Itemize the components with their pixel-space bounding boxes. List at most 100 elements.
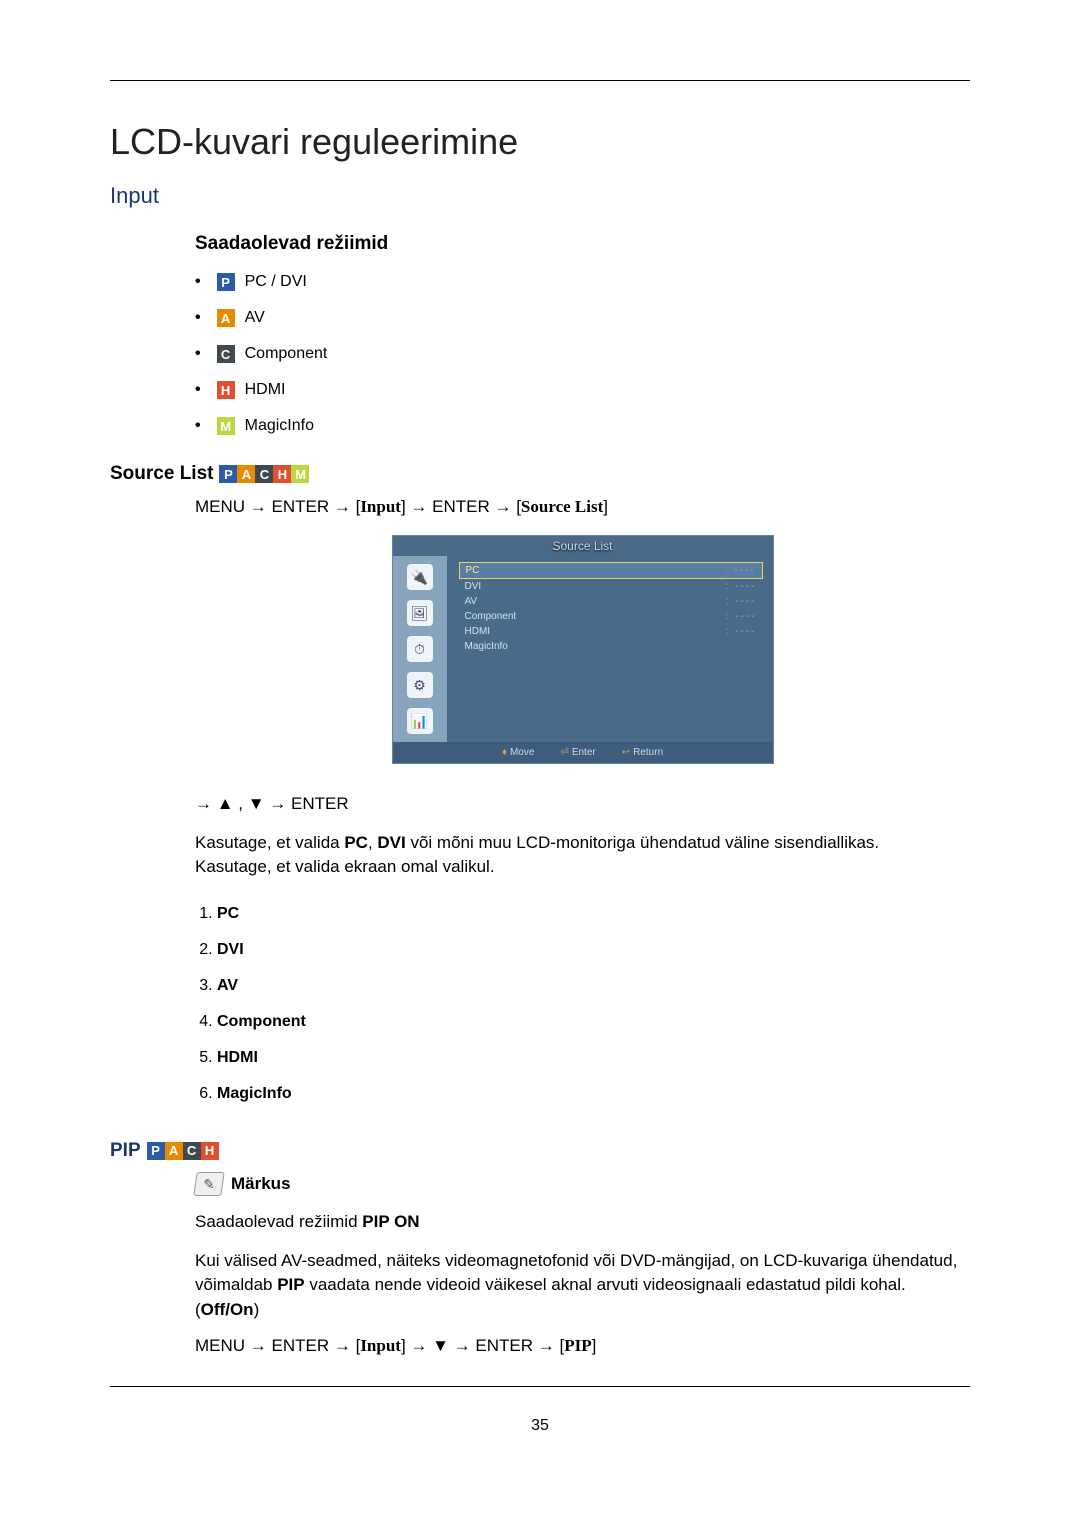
pip-menu-path: MENU → ENTER → [Input] → ▼ → ENTER → [PI… (195, 1336, 970, 1356)
bold-dvi: DVI (377, 833, 405, 852)
pip-block: ✎ Märkus Saadaolevad režiimid PIP ON Kui… (195, 1172, 970, 1357)
osd-footer-label: Return (633, 747, 663, 758)
list-item: Component (217, 1004, 970, 1040)
osd-nav-icon: 🖼 (407, 600, 433, 626)
osd-nav-icon: ⚙ (407, 672, 433, 698)
osd-item-label: HDMI (465, 626, 491, 637)
osd-body: 🔌 🖼 ⏱ ⚙ 📊 PC: ---- DVI: ---- AV: ---- Co… (393, 556, 773, 742)
menu-step: MENU (195, 1336, 245, 1355)
osd-sidebar: 🔌 🖼 ⏱ ⚙ 📊 (393, 556, 447, 742)
mode-label: HDMI (245, 381, 286, 399)
pip-note-prefix: Saadaolevad režiimid (195, 1212, 362, 1231)
list-item: DVI (217, 932, 970, 968)
m-icon: M (291, 465, 309, 483)
osd-title: Source List (393, 536, 773, 556)
list-item: MagicInfo (217, 1076, 970, 1112)
osd-nav-icon: 📊 (407, 708, 433, 734)
c-icon: C (255, 465, 273, 483)
osd-nav-icon: ⏱ (407, 636, 433, 662)
osd-item-label: AV (465, 596, 478, 607)
osd-footer-return: ↩Return (622, 747, 663, 758)
osd-nav-icon: 🔌 (407, 564, 433, 590)
bottom-rule (110, 1386, 970, 1387)
osd-item-label: DVI (465, 581, 482, 592)
pip-bold-offon: Off/On (201, 1300, 254, 1319)
mode-label: MagicInfo (245, 417, 314, 435)
modes-block: Saadaolevad režiimid P PC / DVI A AV C C… (195, 233, 970, 435)
h-icon: H (273, 465, 291, 483)
mode-label: PC / DVI (245, 273, 307, 291)
p-icon: P (219, 465, 237, 483)
a-icon: A (217, 309, 235, 327)
osd-item-value: : ---- (725, 565, 756, 576)
osd-item-label: MagicInfo (465, 641, 508, 652)
pip-heading: PIP (110, 1140, 141, 1162)
menu-step-bold: Source List (521, 497, 603, 516)
mode-av: A AV (195, 309, 970, 327)
mode-list: P PC / DVI A AV C Component H HDMI M M (195, 273, 970, 435)
osd-item-selected: PC : ---- (459, 562, 763, 579)
note-icon: ✎ (193, 1172, 224, 1196)
osd-item: HDMI : ---- (459, 624, 763, 639)
list-item-label: Component (217, 1013, 306, 1030)
list-item-label: HDMI (217, 1049, 258, 1066)
c-icon: C (183, 1142, 201, 1160)
h-icon: H (217, 381, 235, 399)
p-icon: P (217, 273, 235, 291)
menu-step: ENTER (272, 497, 330, 516)
badge-strip: P A C H (147, 1142, 219, 1160)
list-item: HDMI (217, 1040, 970, 1076)
source-list-block: MENU → ENTER → [Input] → ENTER → [Source… (195, 497, 970, 1112)
osd-item-value: : ---- (726, 581, 757, 592)
menu-step-bold: Input (360, 1336, 401, 1355)
h-icon: H (201, 1142, 219, 1160)
pip-body: Kui välised AV-seadmed, näiteks videomag… (195, 1249, 970, 1323)
input-heading: Input (110, 183, 970, 209)
top-rule (110, 80, 970, 81)
menu-step: ENTER (432, 497, 490, 516)
source-list-heading: Source List (110, 463, 213, 485)
list-item: PC (217, 896, 970, 932)
m-icon: M (217, 417, 235, 435)
note-label: Märkus (231, 1174, 291, 1194)
menu-step: MENU (195, 497, 245, 516)
osd-item: DVI : ---- (459, 579, 763, 594)
p-icon: P (147, 1142, 165, 1160)
page-title: LCD-kuvari reguleerimine (110, 121, 970, 163)
nav-instruction: → ▲ , ▼ → ENTER (195, 792, 970, 817)
mode-magicinfo: M MagicInfo (195, 417, 970, 435)
pip-note-bold: PIP ON (362, 1212, 419, 1231)
pip-note-text: Saadaolevad režiimid PIP ON (195, 1210, 970, 1235)
osd-footer-label: Move (510, 747, 534, 758)
osd-footer-label: Enter (572, 747, 596, 758)
source-list-heading-row: Source List P A C H M (110, 463, 970, 485)
osd-item: AV: ---- (459, 594, 763, 609)
list-item-label: AV (217, 977, 238, 994)
osd-item: Component: ---- (459, 609, 763, 624)
osd-main: PC: ---- DVI: ---- AV: ---- Component: -… (447, 556, 773, 742)
osd-footer-move: ♦Move (502, 747, 535, 758)
c-icon: C (217, 345, 235, 363)
osd-item-value: : ---- (726, 626, 757, 637)
arrow-down-icon: ▼ (432, 1336, 449, 1355)
pip-bold-pip: PIP (277, 1275, 304, 1294)
osd-item: MagicInfo (459, 639, 763, 654)
list-item-label: MagicInfo (217, 1085, 292, 1102)
mode-label: AV (245, 309, 265, 327)
section-input: Input Saadaolevad režiimid P PC / DVI A … (110, 183, 970, 435)
pip-heading-row: PIP P A C H (110, 1140, 970, 1162)
bold-pc: PC (344, 833, 368, 852)
a-icon: A (165, 1142, 183, 1160)
osd-item-label: PC (466, 565, 480, 576)
list-item: AV (217, 968, 970, 1004)
menu-step-bold: PIP (564, 1336, 591, 1355)
modes-heading: Saadaolevad režiimid (195, 233, 970, 255)
source-item-list: PC DVI AV Component HDMI MagicInfo (195, 896, 970, 1112)
osd-footer-enter: ⏎Enter (560, 747, 595, 758)
page: LCD-kuvari reguleerimine Input Saadaolev… (0, 0, 1080, 1527)
list-item-label: PC (217, 905, 239, 922)
page-number: 35 (110, 1417, 970, 1435)
list-item-label: DVI (217, 941, 244, 958)
source-list-desc: Kasutage, et valida PC, DVI või mõni muu… (195, 831, 970, 880)
a-icon: A (237, 465, 255, 483)
